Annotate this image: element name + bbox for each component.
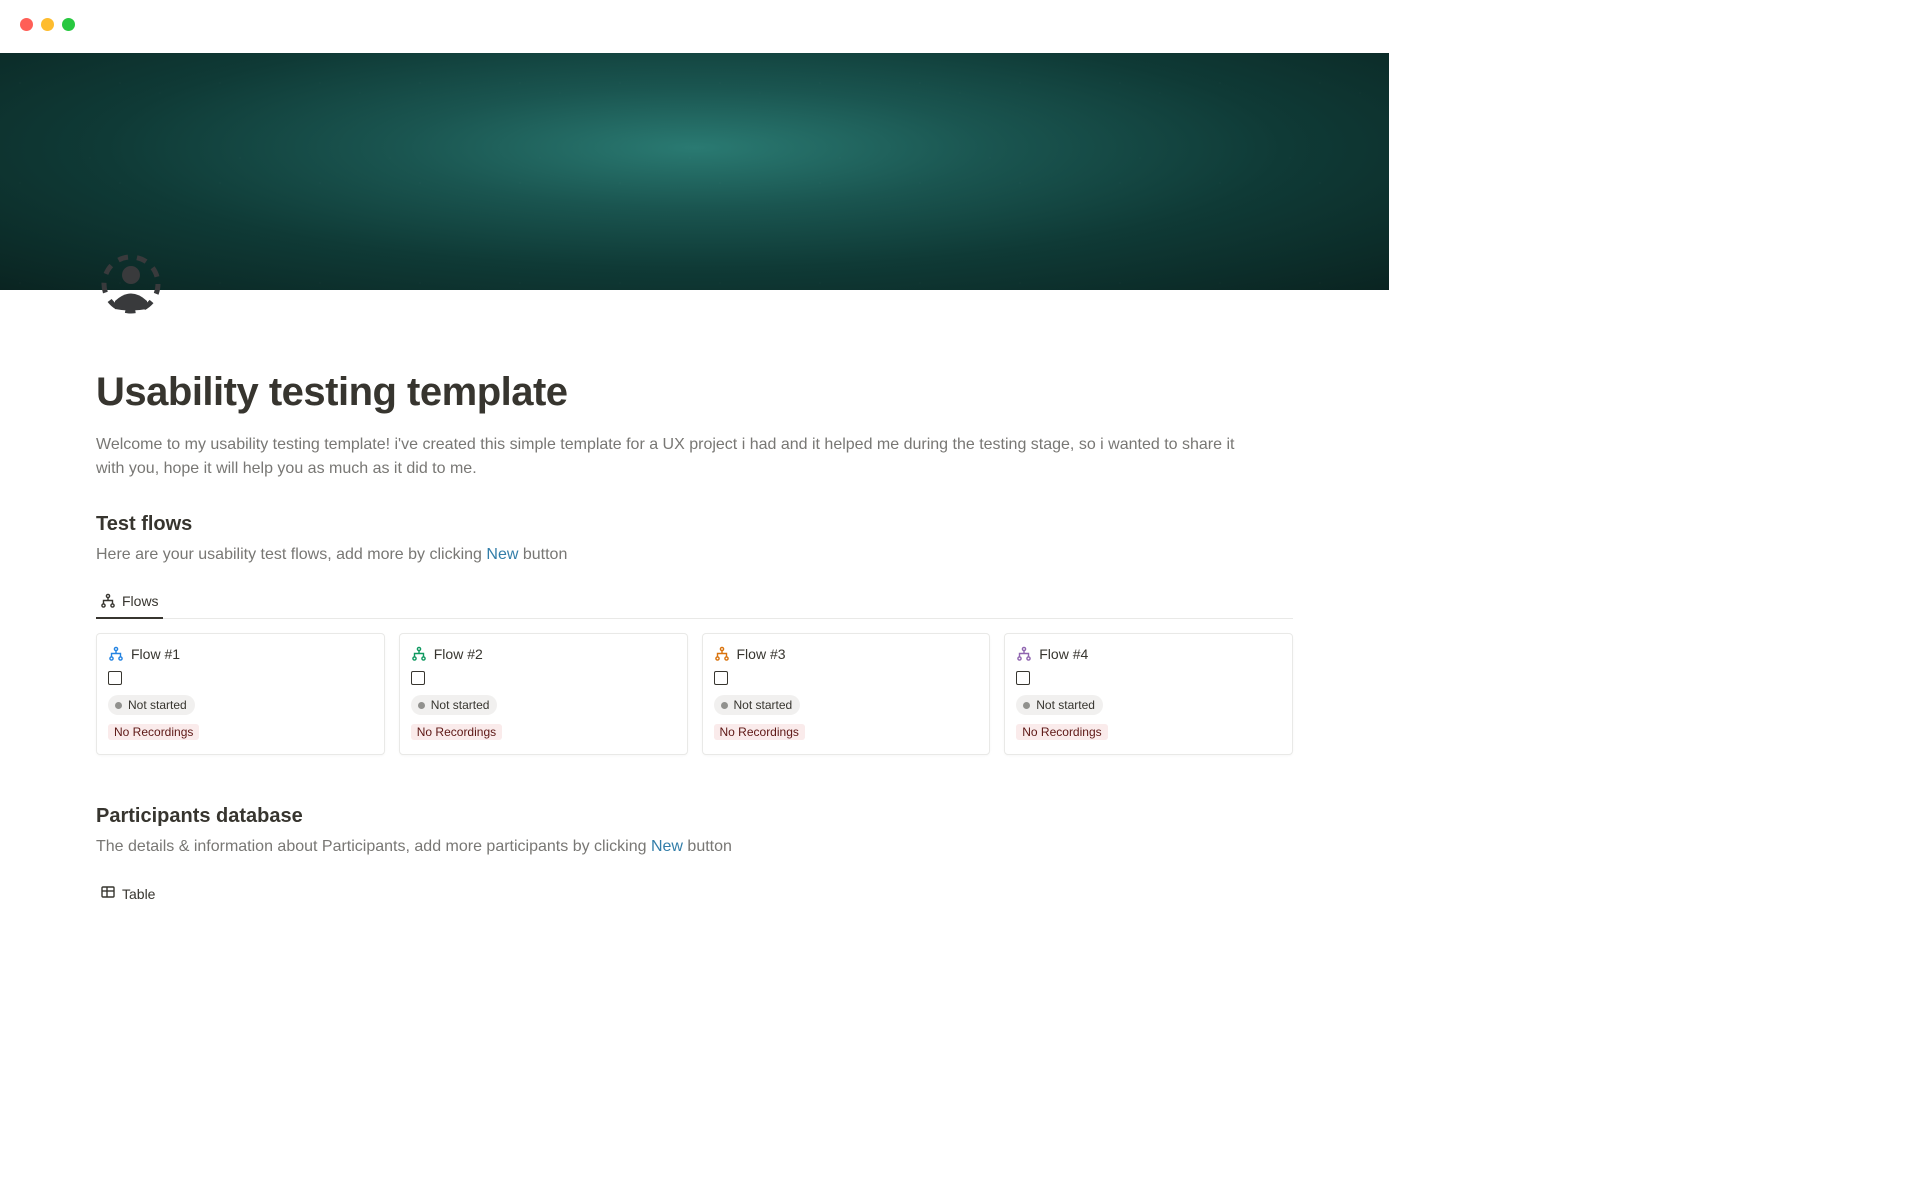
status-badge: Not started [1016,695,1103,715]
flow-checkbox[interactable] [714,671,728,685]
status-badge: Not started [108,695,195,715]
hierarchy-icon [411,646,427,662]
recording-badge: No Recordings [108,724,199,740]
flow-card[interactable]: Flow #1 Not started No Recordings [96,633,385,755]
flow-card[interactable]: Flow #3 Not started No Recordings [702,633,991,755]
recording-badge: No Recordings [714,724,805,740]
flow-title: Flow #4 [1039,646,1088,662]
page-cover[interactable] [0,53,1389,290]
flows-tabs: Flows [96,586,1293,619]
hierarchy-icon [100,593,116,609]
flow-title: Flow #2 [434,646,483,662]
flow-title: Flow #3 [737,646,786,662]
window-close-button[interactable] [20,18,33,31]
flow-checkbox[interactable] [108,671,122,685]
tab-flows[interactable]: Flows [96,587,163,619]
flows-grid: Flow #1 Not started No Recordings Flow #… [96,633,1293,755]
flow-card[interactable]: Flow #4 Not started No Recordings [1004,633,1293,755]
test-flows-heading[interactable]: Test flows [96,513,1293,536]
flow-card[interactable]: Flow #2 Not started No Recordings [399,633,688,755]
new-link: New [486,546,518,563]
desc-suffix: button [683,838,732,855]
desc-prefix: The details & information about Particip… [96,838,651,855]
table-icon [100,884,116,903]
hierarchy-icon [1016,646,1032,662]
tab-table[interactable]: Table [96,878,1293,909]
desc-suffix: button [518,546,567,563]
page-icon[interactable] [101,254,161,314]
recording-badge: No Recordings [1016,724,1107,740]
page-content: Usability testing template Welcome to my… [0,290,1389,909]
test-flows-description[interactable]: Here are your usability test flows, add … [96,546,1293,564]
recording-badge: No Recordings [411,724,502,740]
flow-title: Flow #1 [131,646,180,662]
flow-checkbox[interactable] [411,671,425,685]
participants-description[interactable]: The details & information about Particip… [96,838,1293,856]
intro-text[interactable]: Welcome to my usability testing template… [96,433,1256,481]
hierarchy-icon [108,646,124,662]
status-badge: Not started [714,695,801,715]
flow-checkbox[interactable] [1016,671,1030,685]
status-badge: Not started [411,695,498,715]
desc-prefix: Here are your usability test flows, add … [96,546,486,563]
window-controls [0,0,1389,53]
participants-heading[interactable]: Participants database [96,805,1293,828]
new-link: New [651,838,683,855]
tab-label: Flows [122,593,159,609]
window-maximize-button[interactable] [62,18,75,31]
tab-label: Table [122,886,155,902]
hierarchy-icon [714,646,730,662]
window-minimize-button[interactable] [41,18,54,31]
page-title[interactable]: Usability testing template [96,370,1293,415]
